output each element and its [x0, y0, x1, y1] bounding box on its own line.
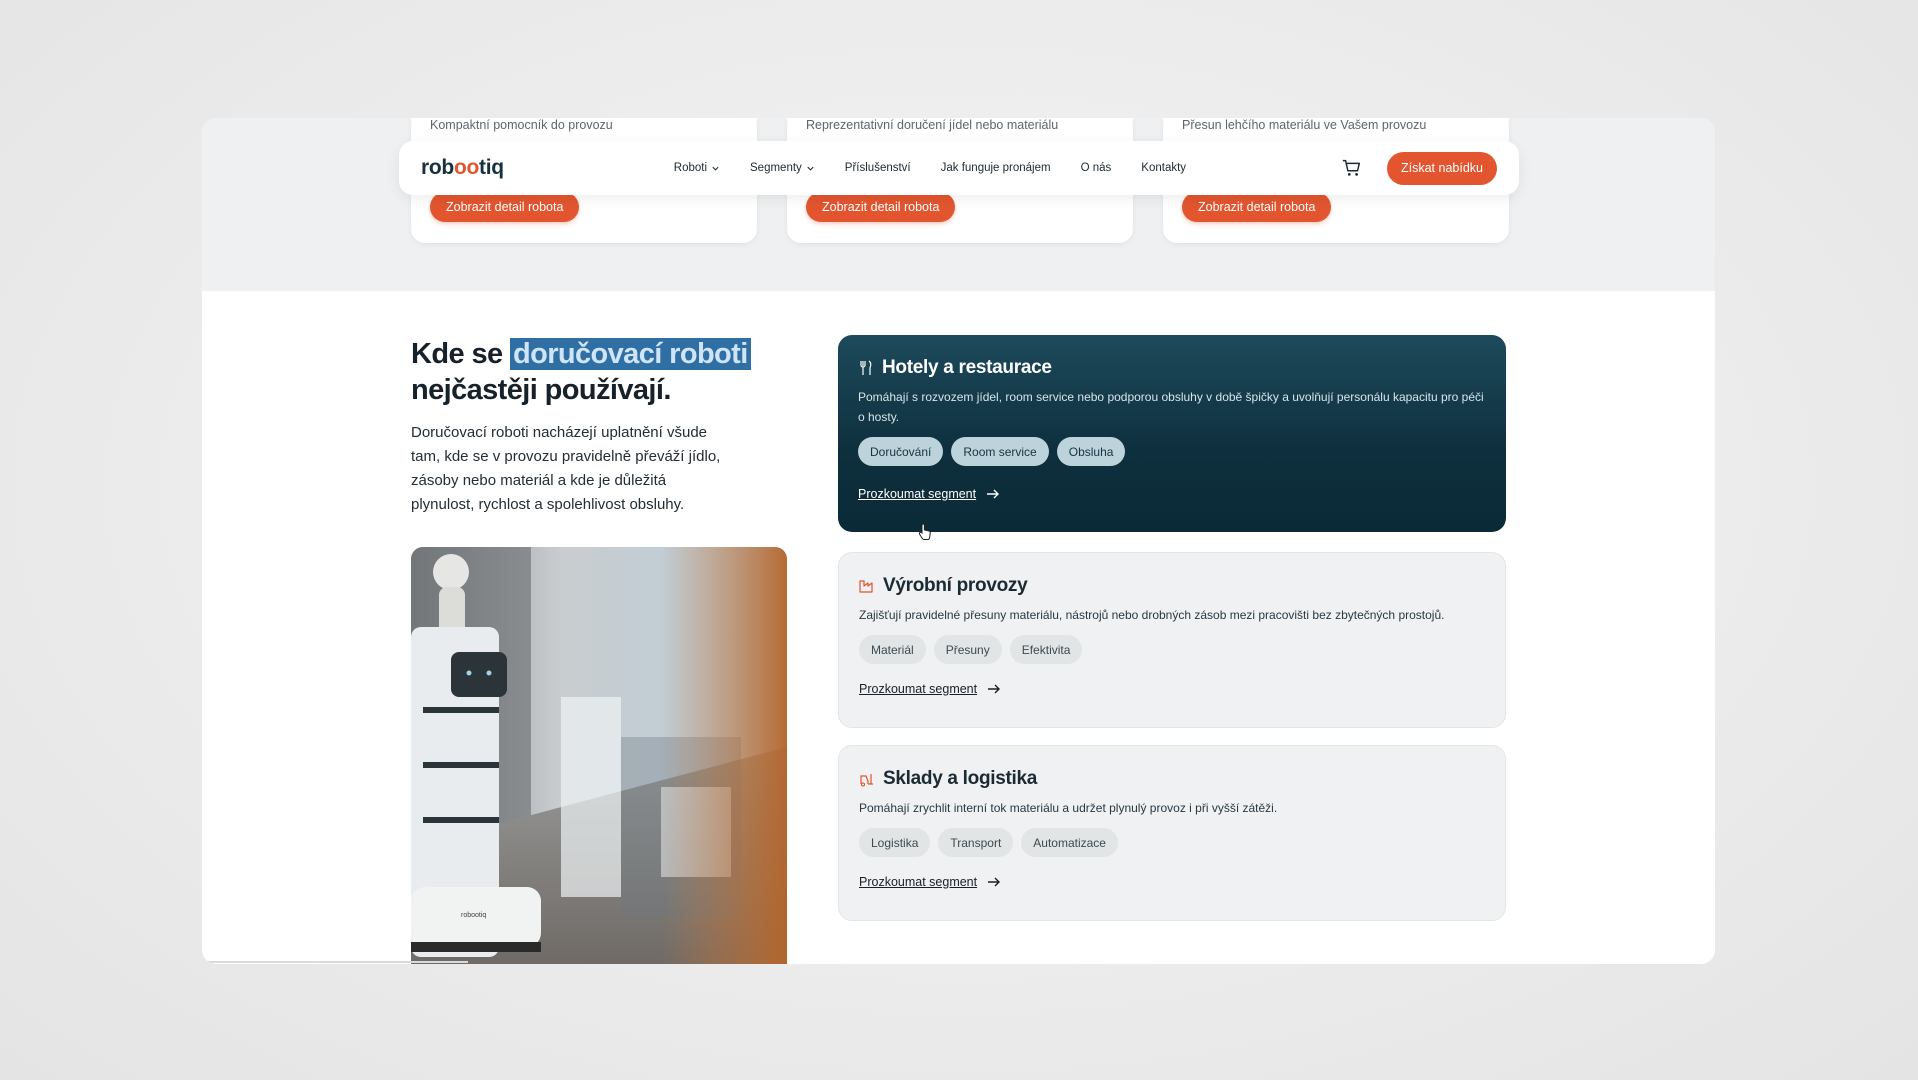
- mouse-cursor-icon: [918, 523, 931, 540]
- segment-tag: Automatizace: [1021, 828, 1118, 857]
- segment-title-text: Hotely a restaurace: [882, 357, 1052, 378]
- nav-actions: Získat nabídku: [1341, 151, 1497, 185]
- robot-photo: robootiq: [411, 547, 787, 964]
- segment-tag: Materiál: [859, 635, 926, 664]
- heading-text-start: Kde se: [411, 338, 510, 370]
- segment-tag: Obsluha: [1056, 437, 1126, 466]
- segment-tag: Room service: [951, 437, 1049, 466]
- nav-link-jak-funguje-pronajem[interactable]: Jak funguje pronájem: [941, 162, 1051, 174]
- segment-card-hotels[interactable]: Hotely a restaurace Pomáhají s rozvozem …: [838, 335, 1506, 532]
- explore-segment-link[interactable]: Prozkoumat segment: [859, 682, 1001, 696]
- section-heading: Kde se doručovací roboti nejčastěji použ…: [411, 336, 751, 408]
- cutlery-icon: [860, 360, 872, 375]
- explore-segment-link[interactable]: Prozkoumat segment: [859, 875, 1001, 889]
- nav-link-kontakty[interactable]: Kontakty: [1141, 162, 1186, 174]
- arrow-right-icon: [988, 684, 1001, 694]
- arrow-right-icon: [988, 877, 1001, 887]
- get-offer-button[interactable]: Získat nabídku: [1387, 151, 1497, 185]
- segment-desc: Zajišťují pravidelné přesuny materiálu, …: [859, 608, 1445, 622]
- segment-tag: Logistika: [859, 828, 931, 857]
- explore-segment-label: Prozkoumat segment: [859, 682, 978, 696]
- robot-card-desc: Kompaktní pomocník do provozu: [430, 118, 613, 132]
- explore-segment-label: Prozkoumat segment: [859, 875, 978, 889]
- segment-tag: Efektivita: [1009, 635, 1083, 664]
- chevron-down-icon: [712, 166, 719, 171]
- logo[interactable]: rob oo tiq: [421, 156, 504, 180]
- heading-highlight: doručovací roboti: [509, 338, 751, 370]
- logo-text-end: tiq: [479, 156, 504, 179]
- nav-link-roboti[interactable]: Roboti: [674, 162, 720, 174]
- robot-card-desc: Reprezentativní doručení jídel nebo mate…: [806, 118, 1059, 132]
- segment-title-text: Výrobní provozy: [883, 575, 1028, 596]
- factory-icon: [859, 580, 873, 593]
- robots-section-band: Kompaktní pomocník do provozu Zobrazit d…: [202, 118, 1715, 291]
- nav-link-segmenty[interactable]: Segmenty: [750, 162, 815, 174]
- section-intro: Doručovací roboti nacházejí uplatnění vš…: [411, 424, 721, 513]
- logo-text-oo: oo: [453, 156, 479, 179]
- segment-desc: Pomáhají s rozvozem jídel, room service …: [858, 390, 1484, 424]
- robot-detail-button[interactable]: Zobrazit detail robota: [1182, 192, 1332, 222]
- page-frame: Kompaktní pomocník do provozu Zobrazit d…: [202, 118, 1715, 964]
- segment-tags: Doručování Room service Obsluha: [858, 437, 1486, 466]
- segment-title: Hotely a restaurace: [858, 357, 1486, 379]
- arrow-right-icon: [987, 489, 1000, 499]
- segment-tag: Doručování: [858, 437, 944, 466]
- segment-card-logistics[interactable]: Sklady a logistika Pomáhají zrychlit int…: [838, 745, 1506, 921]
- scroll-progress: [208, 961, 468, 963]
- segment-desc: Pomáhají zrychlit interní tok materiálu …: [859, 801, 1278, 815]
- segment-tags: Logistika Transport Automatizace: [859, 828, 1485, 857]
- robot-photo-logo: robootiq: [461, 912, 486, 919]
- robot-card-desc: Přesun lehčího materiálu ve Vašem provoz…: [1182, 118, 1427, 132]
- explore-segment-label: Prozkoumat segment: [858, 487, 977, 501]
- nav-link-o-nas[interactable]: O nás: [1081, 162, 1112, 174]
- chevron-down-icon: [807, 166, 814, 171]
- nav-link-prislusenstvi[interactable]: Příslušenství: [845, 162, 911, 174]
- heading-text-end: nejčastěji používají.: [411, 374, 671, 406]
- segment-card-production[interactable]: Výrobní provozy Zajišťují pravidelné pře…: [838, 552, 1506, 728]
- cart-icon[interactable]: [1341, 157, 1363, 179]
- segment-tag: Transport: [938, 828, 1014, 857]
- segment-title-text: Sklady a logistika: [883, 768, 1038, 789]
- segment-title: Sklady a logistika: [859, 768, 1485, 790]
- forklift-icon: [860, 774, 873, 787]
- segment-title: Výrobní provozy: [859, 575, 1485, 597]
- navbar: rob oo tiq Roboti Segmenty Příslušenství J…: [399, 141, 1519, 195]
- logo-text-start: rob: [421, 156, 454, 179]
- explore-segment-link[interactable]: Prozkoumat segment: [858, 487, 1000, 501]
- segment-tags: Materiál Přesuny Efektivita: [859, 635, 1485, 664]
- nav-link-label: Roboti: [673, 162, 708, 174]
- robot-detail-button[interactable]: Zobrazit detail robota: [430, 192, 580, 222]
- nav-links: Roboti Segmenty Příslušenství Jak funguj…: [674, 162, 1186, 174]
- robot-detail-button[interactable]: Zobrazit detail robota: [806, 192, 956, 222]
- nav-link-label: Segmenty: [750, 162, 802, 174]
- segment-tag: Přesuny: [933, 635, 1002, 664]
